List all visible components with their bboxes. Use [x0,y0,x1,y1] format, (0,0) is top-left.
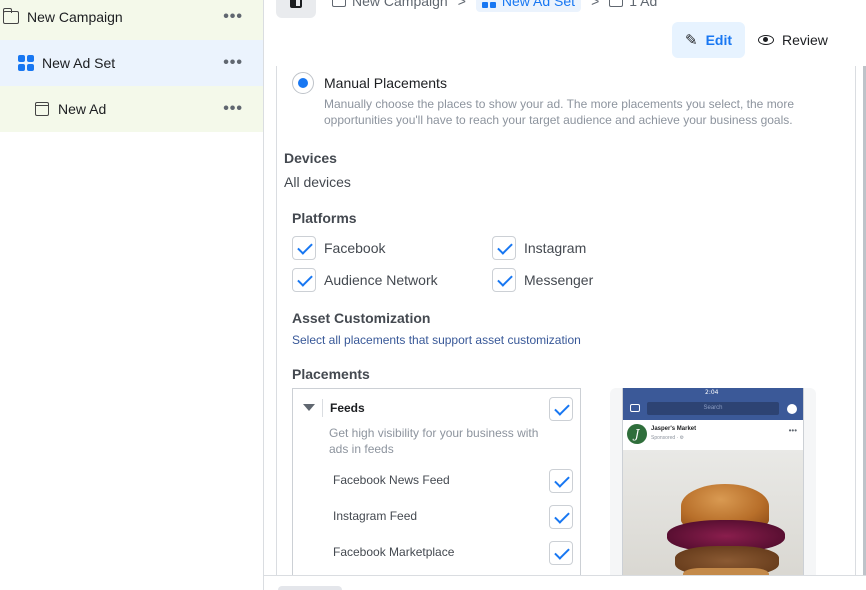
page-name: Jasper's Market [651,426,697,432]
instagram-feed-checkbox[interactable] [549,505,573,529]
messenger-checkbox[interactable] [492,268,516,292]
review-label: Review [782,32,828,48]
tree-item-campaign[interactable]: New Campaign ••• [0,0,263,40]
adset-label: New Ad Set [42,55,116,71]
divider [322,399,323,417]
ad-label: New Ad [58,101,107,117]
tree-item-adset[interactable]: New Ad Set ••• [0,40,263,86]
facebook-checkbox[interactable] [292,236,316,260]
feeds-checkbox[interactable] [549,397,573,421]
status-time: 2:04 [705,389,719,396]
preview-search-bar: Search [647,402,779,415]
tree-item-ad[interactable]: New Ad ••• [0,86,263,132]
breadcrumb: New Campaign > New Ad Set > 1 Ad [332,0,657,12]
asset-customization-label: Asset Customization [292,310,431,326]
folder-icon [2,7,19,24]
facebook-platform-label: Facebook [324,240,386,256]
breadcrumb-campaign[interactable]: New Campaign [332,0,448,9]
breadcrumb-campaign-label: New Campaign [352,0,448,9]
feeds-description: Get high visibility for your business wi… [329,426,539,456]
breadcrumb-separator: > [457,0,466,9]
manual-placements-radio[interactable] [292,72,314,94]
campaign-tree-sidebar: New Campaign ••• New Ad Set ••• New Ad •… [0,0,264,590]
placements-label: Placements [292,366,370,382]
review-button[interactable]: Review [758,22,828,58]
ad-image-burger [623,450,803,576]
facebook-marketplace-checkbox[interactable] [549,541,573,565]
pencil-icon: ✎ [684,32,698,49]
divider [264,575,866,576]
header-bar: New Campaign > New Ad Set > 1 Ad ✎ Edit … [264,0,866,66]
sponsored-label: Sponsored · ⚙ [651,435,685,441]
manual-placements-description: Manually choose the places to show your … [324,97,795,127]
folder-icon [332,0,346,7]
facebook-news-feed-label: Facebook News Feed [333,473,450,487]
toggle-sidebar-button[interactable] [276,0,316,18]
ad-preview-phone: 2:04 Search J Jasper's Market Sponsored … [610,388,816,576]
sidebar-toggle-icon [290,0,302,8]
placements-panel: Manual Placements Manually choose the pl… [276,66,856,576]
instagram-feed-label: Instagram Feed [333,509,418,523]
messenger-platform-label: Messenger [524,272,594,288]
breadcrumb-separator: > [591,0,600,9]
phone-status-bar: 2:04 [623,388,803,398]
messenger-icon [787,404,797,414]
ad-document-icon [35,102,49,116]
instagram-checkbox[interactable] [492,236,516,260]
audience-network-platform-label: Audience Network [324,272,438,288]
phone-screen: 2:04 Search J Jasper's Market Sponsored … [622,388,804,576]
more-options-icon: ••• [788,426,797,435]
campaign-label: New Campaign [27,9,123,25]
devices-value[interactable]: All devices [284,174,351,190]
ad-document-icon [609,0,624,7]
breadcrumb-adset-label: New Ad Set [501,0,576,9]
feeds-title: Feeds [330,401,365,415]
bottom-tab[interactable] [278,586,342,590]
facebook-marketplace-label: Facebook Marketplace [333,545,455,559]
more-options-icon[interactable]: ••• [223,100,243,118]
adset-grid-icon [18,55,34,71]
more-options-icon[interactable]: ••• [223,54,243,72]
edit-label: Edit [705,32,733,48]
more-options-icon[interactable]: ••• [223,8,243,26]
edit-button[interactable]: ✎ Edit [672,22,745,58]
page-logo: J [627,424,647,444]
adset-grid-icon [481,0,496,8]
manual-placements-title: Manual Placements [324,75,447,91]
placements-list: Feeds Get high visibility for your busin… [292,388,581,576]
instagram-platform-label: Instagram [524,240,587,256]
devices-label: Devices [284,150,337,166]
facebook-news-feed-checkbox[interactable] [549,469,573,493]
audience-network-checkbox[interactable] [292,268,316,292]
camera-icon [630,404,640,412]
eye-icon [758,35,774,45]
breadcrumb-ad-label: 1 Ad [629,0,658,9]
platforms-label: Platforms [292,210,357,226]
breadcrumb-adset[interactable]: New Ad Set [475,0,582,12]
facebook-nav-bar: Search [623,398,803,420]
post-header: J Jasper's Market Sponsored · ⚙ ••• [623,420,803,450]
select-asset-customization-link[interactable]: Select all placements that support asset… [292,333,581,347]
caret-down-icon[interactable] [303,404,315,411]
breadcrumb-ad[interactable]: 1 Ad [609,0,657,9]
